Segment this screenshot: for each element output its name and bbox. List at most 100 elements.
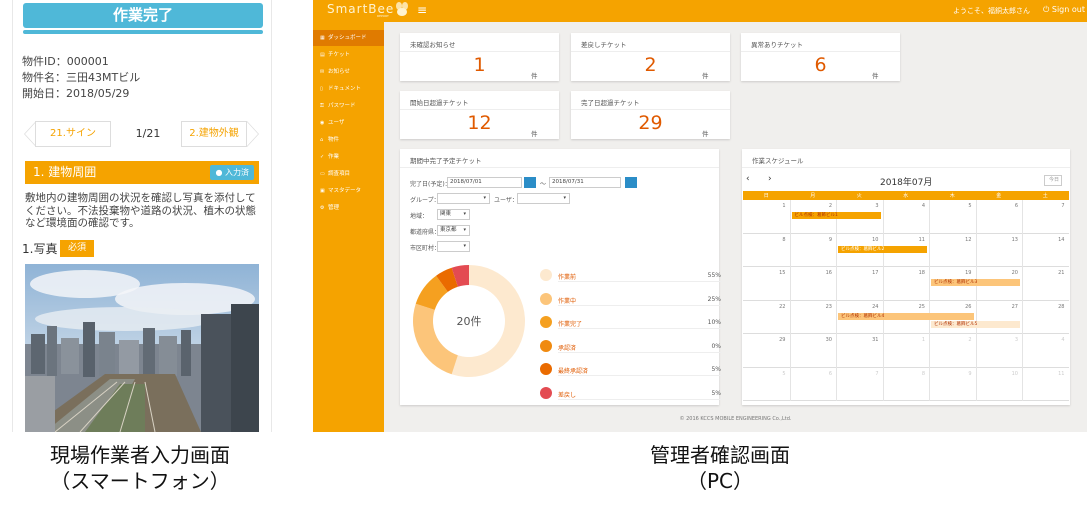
- calendar-day-number[interactable]: 4: [1045, 337, 1064, 343]
- hamburger-menu-icon[interactable]: ≡: [417, 3, 427, 17]
- calendar-event[interactable]: ビル点検：葛飾ビル1: [791, 212, 881, 219]
- chevron-down-icon: ▾: [563, 195, 566, 201]
- calendar-day-number[interactable]: 1: [905, 337, 925, 343]
- calendar-day-number[interactable]: 10: [998, 371, 1018, 377]
- chevron-down-icon: ▾: [463, 211, 466, 217]
- calendar-day-number[interactable]: 14: [1045, 237, 1064, 243]
- calendar-to-icon[interactable]: [625, 177, 637, 188]
- calendar-prev-button[interactable]: ‹: [746, 174, 750, 184]
- next-arrow-icon[interactable]: [247, 121, 259, 147]
- phone-caption-line1: 現場作業者入力画面: [50, 443, 230, 467]
- sidebar-item-6[interactable]: ⌂ 物件: [313, 132, 384, 148]
- calendar-day-number[interactable]: 8: [905, 371, 925, 377]
- group-select[interactable]: ▾: [437, 193, 490, 204]
- calendar-day-number[interactable]: 22: [766, 304, 785, 310]
- sidebar-item-10[interactable]: ⚙ 管理: [313, 200, 384, 216]
- attached-photo[interactable]: [25, 264, 259, 432]
- calendar-day-number[interactable]: 5: [952, 203, 971, 209]
- calendar-day-number[interactable]: 10: [859, 237, 878, 243]
- calendar-day-number[interactable]: 2: [952, 337, 971, 343]
- calendar-day-number[interactable]: 8: [766, 237, 785, 243]
- user-select[interactable]: ▾: [517, 193, 570, 204]
- legend-percent: 5%: [711, 389, 721, 397]
- date-from-input[interactable]: 2018/07/01: [447, 177, 522, 188]
- phone-caption-line2: （スマートフォン）: [50, 469, 230, 493]
- calendar-day-number[interactable]: 19: [952, 270, 971, 276]
- calendar-day-number[interactable]: 25: [905, 304, 925, 310]
- calendar-day-number[interactable]: 28: [1045, 304, 1064, 310]
- due-date-label: 完了日(予定)：: [410, 181, 451, 188]
- calendar-day-number[interactable]: 6: [812, 371, 832, 377]
- bee-logo-icon: [396, 2, 408, 16]
- prefecture-select[interactable]: 東京都 ▾: [437, 225, 470, 236]
- sidebar-item-7[interactable]: ✓ 作業: [313, 149, 384, 165]
- calendar-day-number[interactable]: 18: [905, 270, 925, 276]
- city-select[interactable]: ▾: [437, 241, 470, 252]
- calendar-day-number[interactable]: 7: [859, 371, 878, 377]
- calendar-day-number[interactable]: 9: [812, 237, 832, 243]
- sidebar-item-5[interactable]: ◉ ユーザ: [313, 115, 384, 131]
- calendar-day-number[interactable]: 1: [766, 203, 785, 209]
- calendar-day-number[interactable]: 30: [812, 337, 832, 343]
- legend-percent: 0%: [711, 342, 721, 350]
- calendar-day-number[interactable]: 21: [1045, 270, 1064, 276]
- next-step-button[interactable]: 2.建物外観: [181, 121, 247, 147]
- stat-card[interactable]: 異常ありチケット 6 件: [741, 33, 900, 81]
- calendar-day-number[interactable]: 3: [998, 337, 1018, 343]
- calendar-from-icon[interactable]: [524, 177, 536, 188]
- calendar-day-number[interactable]: 9: [952, 371, 971, 377]
- date-to-input[interactable]: 2018/07/31: [549, 177, 621, 188]
- stat-card-unit: 件: [702, 130, 709, 138]
- region-select[interactable]: 関東 ▾: [437, 209, 470, 220]
- work-schedule-panel: 作業スケジュール ‹ › 2018年07月 今日 日月火水木金土12345678…: [742, 149, 1070, 405]
- calendar-event[interactable]: ビル点検：葛飾ビル2: [838, 245, 927, 253]
- calendar-day-number[interactable]: 12: [952, 237, 971, 243]
- step-counter: 1/21: [135, 127, 161, 140]
- calendar-day-number[interactable]: 6: [998, 203, 1018, 209]
- calendar-day-number[interactable]: 4: [905, 203, 925, 209]
- sidebar-item-icon: ⚙: [320, 205, 325, 211]
- prev-step-button[interactable]: 21.サイン: [35, 121, 111, 147]
- donut-segment-1[interactable]: [413, 303, 458, 375]
- calendar-event[interactable]: ビル点検：葛飾ビル3: [931, 279, 1020, 286]
- sidebar-item-1[interactable]: ▤ チケット: [313, 47, 384, 63]
- calendar-day-number[interactable]: 15: [766, 270, 785, 276]
- sidebar-item-0[interactable]: ▦ ダッシュボード: [313, 30, 384, 46]
- calendar-today-button[interactable]: 今日: [1044, 175, 1062, 186]
- sidebar-item-8[interactable]: ▭ 調査項目: [313, 166, 384, 182]
- sign-out-button[interactable]: ⏻ Sign out: [1043, 5, 1085, 15]
- legend-label: 作業完了: [558, 321, 583, 328]
- sidebar-item-2[interactable]: ✉ お知らせ: [313, 64, 384, 80]
- calendar-day-number[interactable]: 27: [998, 304, 1018, 310]
- phone-caption: 現場作業者入力画面 （スマートフォン）: [20, 442, 260, 494]
- calendar-day-number[interactable]: 7: [1045, 203, 1064, 209]
- stat-card[interactable]: 差戻しチケット 2 件: [571, 33, 730, 81]
- calendar-day-number[interactable]: 29: [766, 337, 785, 343]
- sidebar-item-3[interactable]: ▯ ドキュメント: [313, 81, 384, 97]
- calendar-day-number[interactable]: 16: [812, 270, 832, 276]
- calendar-day-number[interactable]: 17: [859, 270, 878, 276]
- sidebar-item-4[interactable]: ⚿ パスワード: [313, 98, 384, 114]
- calendar-day-number[interactable]: 13: [998, 237, 1018, 243]
- calendar-day-number[interactable]: 11: [905, 237, 925, 243]
- calendar-day-number[interactable]: 5: [766, 371, 785, 377]
- calendar-event[interactable]: ビル点検：葛飾ビル4: [838, 312, 974, 320]
- prefecture-label: 都道府県：: [410, 229, 441, 236]
- stat-card[interactable]: 未確認お知らせ 1 件: [400, 33, 559, 81]
- calendar-next-button[interactable]: ›: [768, 174, 772, 184]
- calendar-day-number[interactable]: 24: [859, 304, 878, 310]
- city-label: 市区町村：: [410, 245, 441, 252]
- stat-card[interactable]: 開始日超過チケット 12 件: [400, 91, 559, 139]
- calendar-day-number[interactable]: 3: [859, 203, 878, 209]
- sidebar-item-icon: ▦: [320, 35, 325, 41]
- calendar-day-number[interactable]: 26: [952, 304, 971, 310]
- legend-color-dot: [540, 316, 552, 328]
- calendar-day-number[interactable]: 2: [812, 203, 832, 209]
- calendar-event[interactable]: ビル点検：葛飾ビル5: [931, 320, 1020, 328]
- calendar-day-number[interactable]: 11: [1045, 371, 1064, 377]
- stat-card[interactable]: 完了日超過チケット 29 件: [571, 91, 730, 139]
- calendar-day-number[interactable]: 20: [998, 270, 1018, 276]
- calendar-day-number[interactable]: 31: [859, 337, 878, 343]
- sidebar-item-9[interactable]: ▣ マスタデータ: [313, 183, 384, 199]
- calendar-day-number[interactable]: 23: [812, 304, 832, 310]
